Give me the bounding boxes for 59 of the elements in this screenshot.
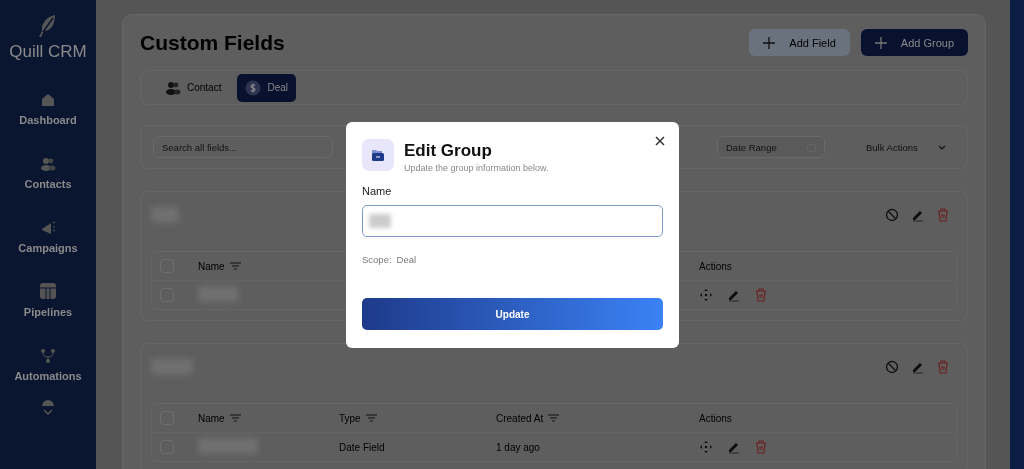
dialog-title: Edit Group (404, 141, 493, 161)
filter-icon[interactable] (229, 262, 241, 270)
delete-icon[interactable] (755, 288, 767, 302)
name-input-field[interactable] (362, 205, 663, 237)
nav-item[interactable]: Contacts (20, 146, 76, 194)
move-icon[interactable] (699, 288, 713, 302)
scope-label: Scope: (362, 254, 392, 265)
nav-item[interactable]: Dashboard (15, 82, 81, 130)
table-cell: Date Field (339, 441, 385, 453)
home-icon (40, 92, 56, 108)
scope-value: Deal (396, 254, 417, 265)
column-header: Actions (699, 412, 732, 424)
filter-icon[interactable] (365, 414, 377, 422)
nav-item[interactable]: Automations (10, 338, 86, 386)
page-title: Custom Fields (140, 30, 285, 55)
nav-item[interactable]: Pipelines (19, 274, 77, 322)
close-icon (655, 136, 665, 146)
chevron-down-icon[interactable] (42, 408, 54, 416)
people-icon (165, 79, 181, 96)
search-field[interactable]: Search all fields... (153, 136, 333, 158)
edit-icon[interactable] (911, 360, 925, 374)
megaphone-icon (40, 220, 56, 236)
add-group-button[interactable]: Add Group (860, 29, 968, 56)
tab[interactable]: Contact (157, 73, 230, 102)
brand-name: Quill CRM (9, 42, 87, 62)
branch-icon (40, 348, 56, 364)
folder-icon (371, 148, 385, 162)
feather-logo (38, 14, 58, 38)
field-label: Name (362, 185, 393, 197)
date-range-field[interactable]: Date Range (717, 136, 825, 158)
tab[interactable]: Deal (237, 73, 297, 102)
board-icon (39, 282, 57, 300)
column-header: Name (198, 412, 225, 424)
dollar-icon (245, 79, 262, 96)
update-button[interactable]: Update (362, 298, 663, 330)
plus-icon (763, 36, 776, 49)
close-button[interactable] (653, 134, 667, 148)
plus-icon (874, 36, 887, 49)
column-header: Actions (699, 260, 732, 272)
delete-icon[interactable] (937, 360, 949, 374)
edit-icon[interactable] (911, 208, 925, 222)
chevron-down-icon (938, 144, 946, 150)
delete-icon[interactable] (937, 208, 949, 222)
dialog-subtitle: Update the group information below. (404, 163, 549, 173)
column-header: Name (198, 260, 225, 272)
table-cell: 1 day ago (496, 441, 540, 453)
column-header: Type (339, 412, 361, 424)
move-icon[interactable] (699, 440, 713, 454)
filter-icon[interactable] (229, 414, 241, 422)
add-field-button[interactable]: Add Field (749, 29, 850, 56)
gauge-icon[interactable] (41, 400, 55, 406)
edit-icon[interactable] (727, 440, 741, 454)
delete-icon[interactable] (755, 440, 767, 454)
people-icon (40, 156, 56, 172)
blurred-text (369, 214, 391, 228)
edit-icon[interactable] (727, 288, 741, 302)
filter-icon[interactable] (548, 414, 560, 422)
column-header: Created At (496, 412, 544, 424)
nav-item[interactable]: Campaigns (14, 210, 82, 258)
